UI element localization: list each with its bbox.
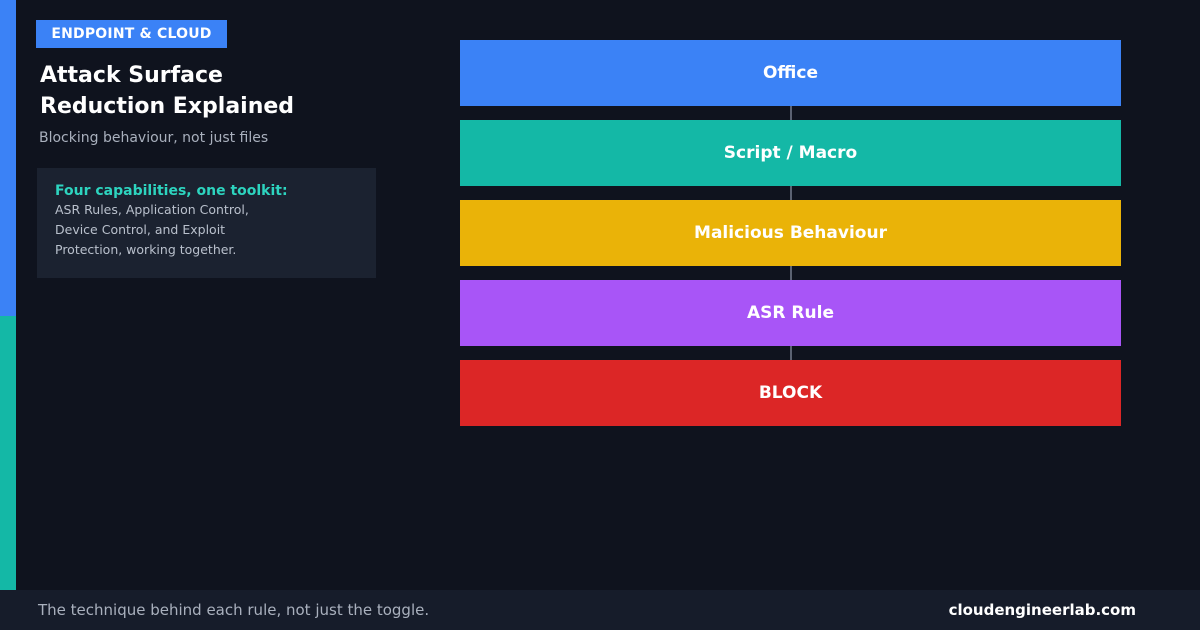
category-badge: ENDPOINT & CLOUD [36, 20, 227, 48]
footer-site-link[interactable]: cloudengineerlab.com [949, 601, 1136, 619]
info-card-line-3: Protection, working together. [55, 242, 237, 257]
info-card-line-2: Device Control, and Exploit [55, 222, 226, 237]
flow-step-office: Office [460, 40, 1121, 106]
flow-diagram: Office Script / Macro Malicious Behaviou… [460, 40, 1121, 426]
flow-connector [460, 106, 1121, 120]
footer-bar: The technique behind each rule, not just… [0, 590, 1200, 630]
flow-step-script-macro: Script / Macro [460, 120, 1121, 186]
flow-step-block: BLOCK [460, 360, 1121, 426]
info-card-heading: Four capabilities, one toolkit: [55, 183, 288, 199]
footer-tagline: The technique behind each rule, not just… [38, 601, 430, 619]
accent-segment-teal [0, 316, 16, 590]
flow-connector [460, 346, 1121, 360]
accent-segment-blue [0, 0, 16, 316]
flow-connector [460, 186, 1121, 200]
flow-step-malicious-behaviour: Malicious Behaviour [460, 200, 1121, 266]
page-title: Attack Surface Reduction Explained [40, 60, 360, 122]
side-accent-bar [0, 0, 16, 590]
flow-connector [460, 266, 1121, 280]
flow-step-asr-rule: ASR Rule [460, 280, 1121, 346]
info-card-line-1: ASR Rules, Application Control, [55, 202, 249, 217]
title-line-1: Attack Surface [40, 63, 223, 88]
info-card: Four capabilities, one toolkit: ASR Rule… [37, 168, 376, 278]
title-line-2: Reduction Explained [40, 94, 295, 119]
page-subtitle: Blocking behaviour, not just files [39, 130, 269, 146]
